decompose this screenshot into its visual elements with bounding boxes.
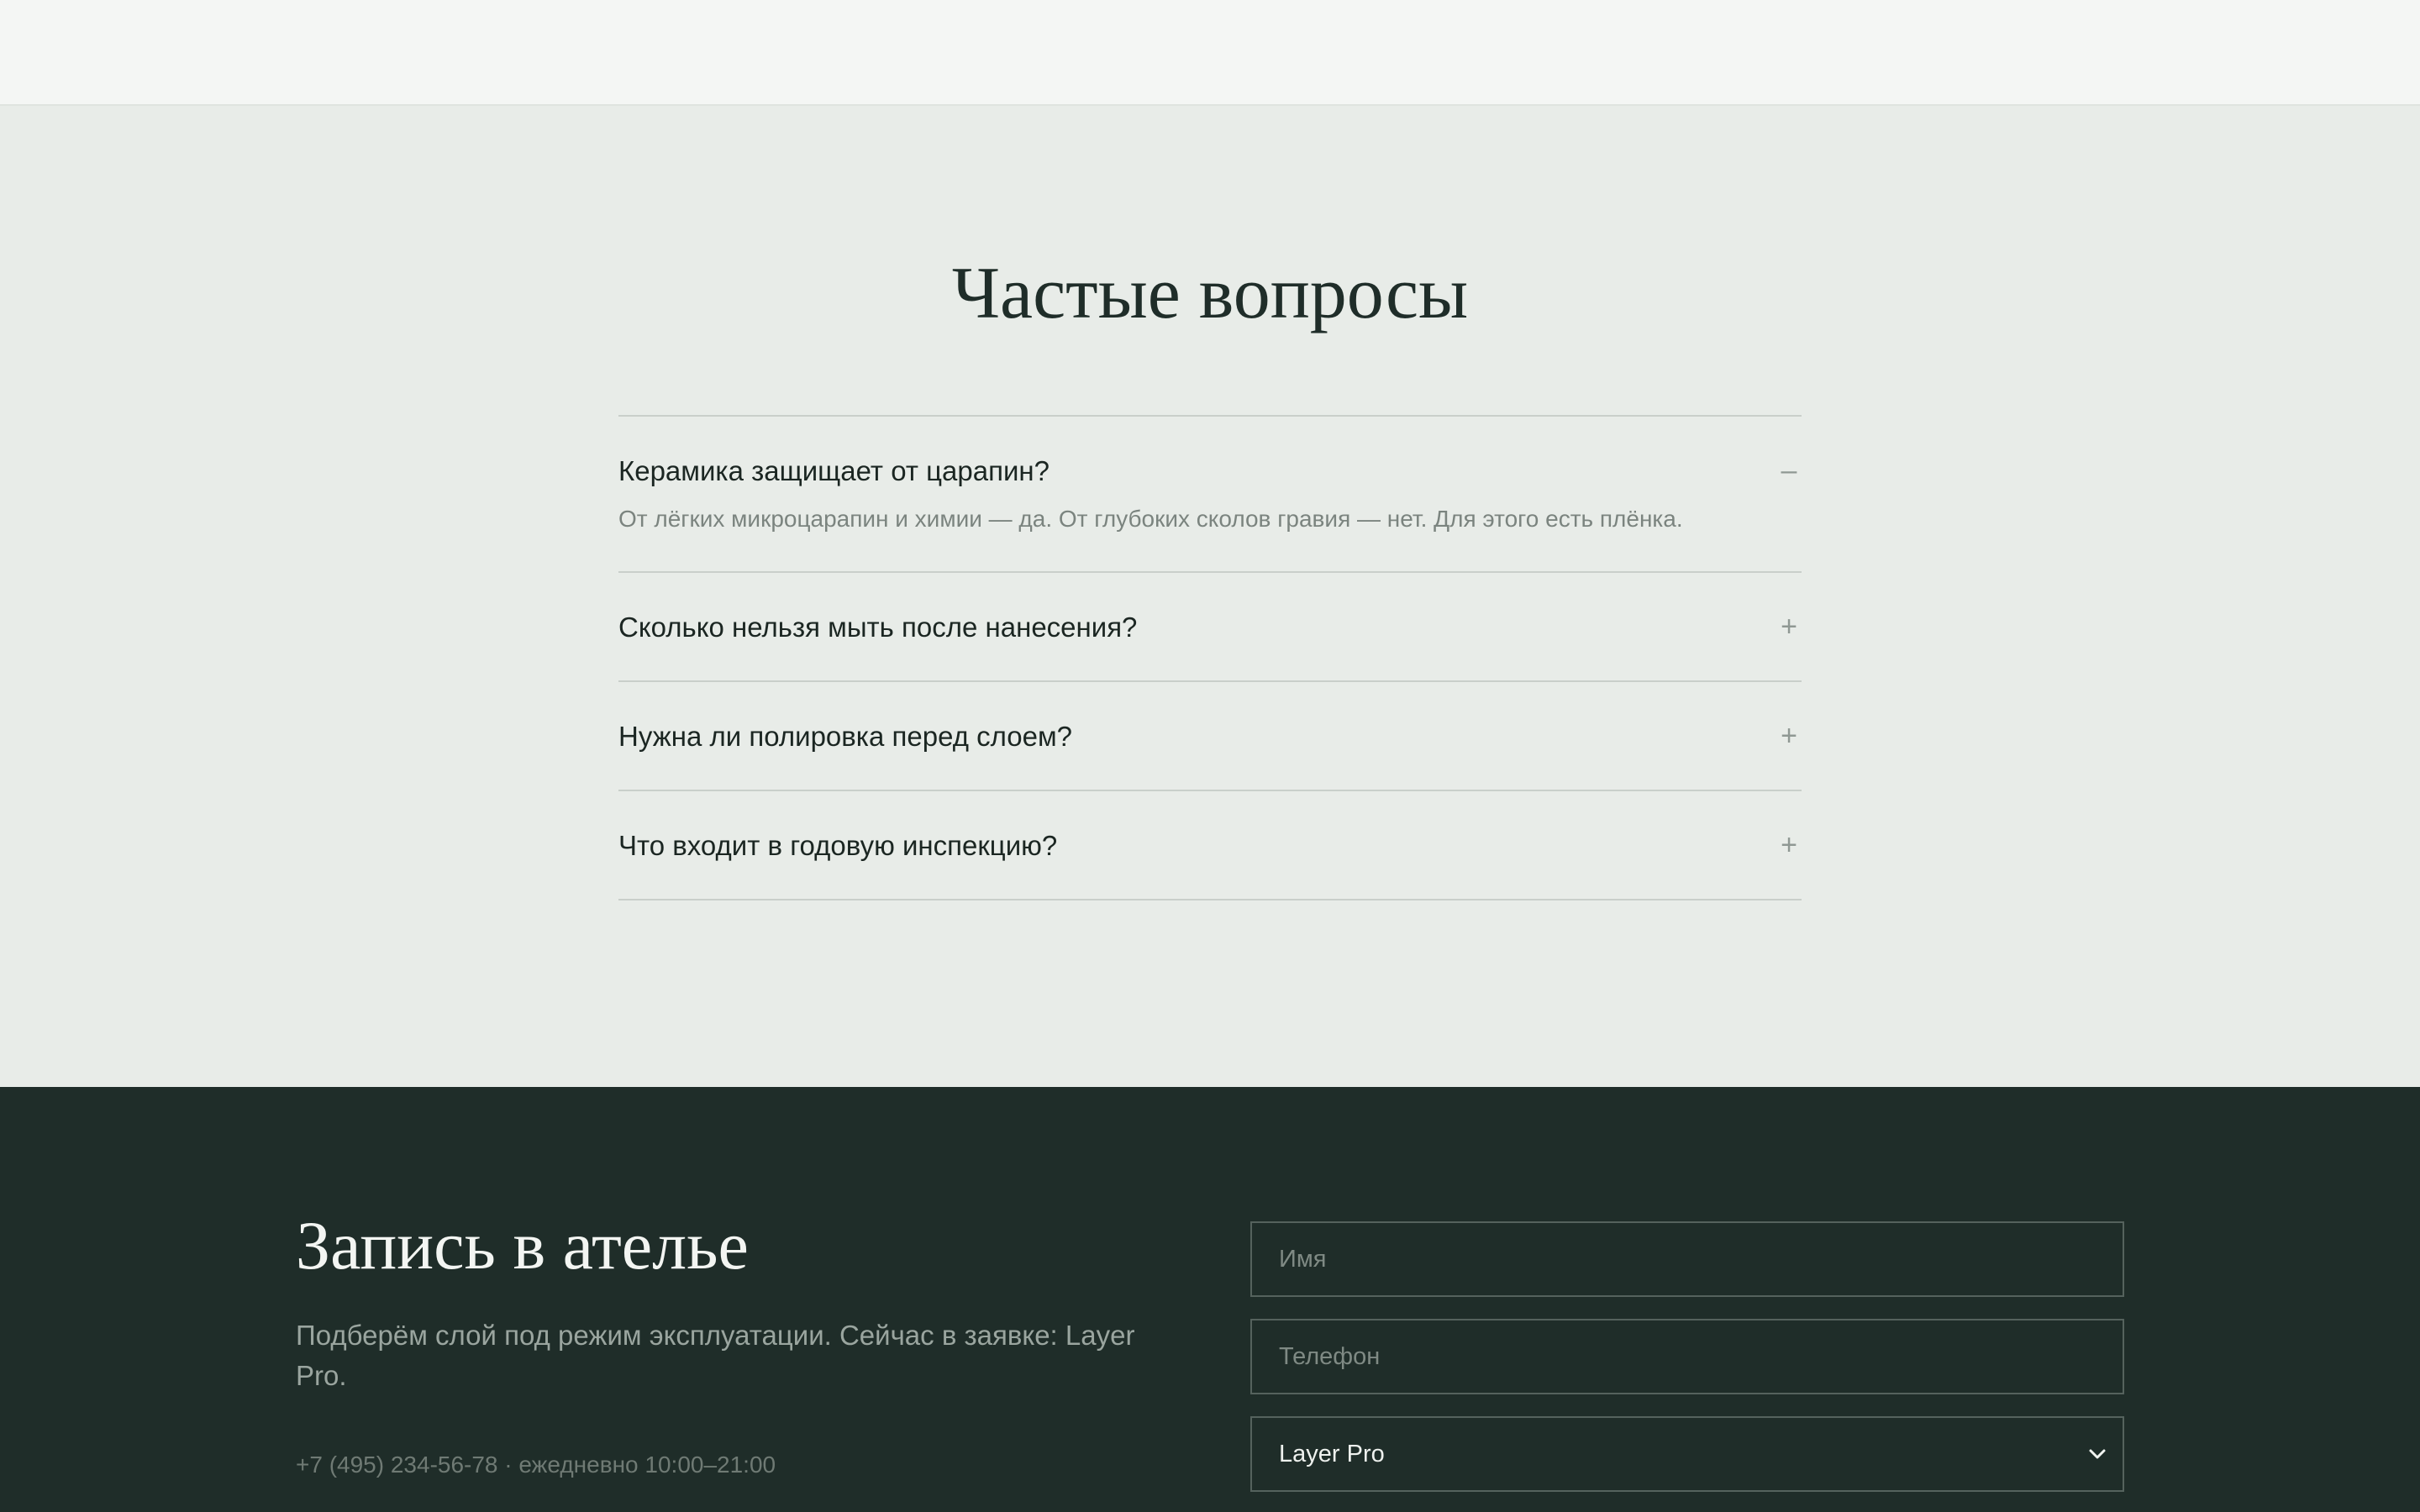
booking-subtitle: Подберём слой под режим эксплуатации. Се… (296, 1320, 1135, 1391)
top-header-bar (0, 0, 2420, 106)
booking-title: Запись в ателье (296, 1207, 749, 1284)
package-select[interactable]: Layer Pro (1250, 1416, 2124, 1492)
faq-question-text: Керамика защищает от царапин? (618, 454, 1050, 486)
faq-item-scratches: Керамика защищает от царапин? – От лёгки… (618, 417, 1802, 574)
collapse-icon[interactable]: – (1776, 456, 1802, 485)
phone-input[interactable] (1250, 1319, 2124, 1394)
faq-question-text: Нужна ли полировка перед слоем? (618, 720, 1072, 752)
faq-question-text: Что входит в годовую инспекцию? (618, 829, 1058, 861)
chevron-down-icon (2089, 1449, 2106, 1459)
package-select-value: Layer Pro (1279, 1440, 1385, 1467)
faq-section: Частые вопросы Керамика защищает от цара… (0, 106, 2420, 1087)
contact-info: +7 (495) 234‑56‑78 · ежедневно 10:00–21:… (296, 1452, 776, 1478)
faq-question-text: Сколько нельзя мыть после нанесения? (618, 611, 1138, 643)
expand-icon[interactable]: + (1776, 722, 1802, 750)
name-input[interactable] (1250, 1221, 2124, 1297)
faq-item-inspection: Что входит в годовую инспекцию? + (618, 791, 1802, 901)
faq-item-washing: Сколько нельзя мыть после нанесения? + (618, 573, 1802, 683)
faq-question-row[interactable]: Сколько нельзя мыть после нанесения? + (618, 573, 1802, 680)
faq-question-row[interactable]: Нужна ли полировка перед слоем? + (618, 682, 1802, 790)
faq-question-row[interactable]: Что входит в годовую инспекцию? + (618, 791, 1802, 899)
faq-item-polishing: Нужна ли полировка перед слоем? + (618, 682, 1802, 792)
faq-list: Керамика защищает от царапин? – От лёгки… (618, 415, 1802, 901)
expand-icon[interactable]: + (1776, 612, 1802, 641)
faq-title: Частые вопросы (951, 253, 1469, 334)
faq-answer-text: От лёгких микроцарапин и химии — да. От … (618, 506, 1683, 532)
expand-icon[interactable]: + (1776, 831, 1802, 859)
booking-section: Запись в ателье Подберём слой под режим … (0, 1087, 2420, 1512)
